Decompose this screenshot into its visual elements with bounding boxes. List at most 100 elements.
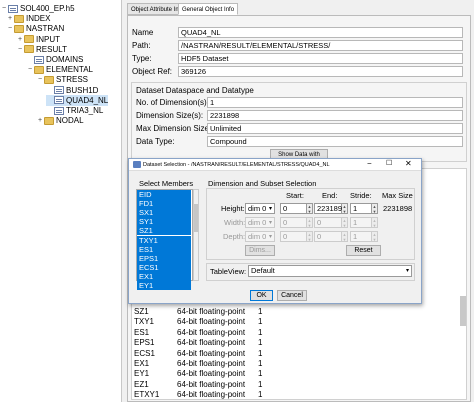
member-name-cell: EX1: [134, 359, 150, 368]
minimize-icon[interactable]: −: [367, 159, 372, 168]
max-dimension-field[interactable]: Unlimited: [207, 123, 463, 134]
expand-toggle-icon[interactable]: −: [26, 64, 34, 75]
member-type-cell: 64-bit floating-point: [177, 359, 246, 368]
member-size-cell: 1: [258, 379, 263, 389]
table-row[interactable]: ECS1 64-bit floating-point 1: [134, 348, 294, 359]
start-column-label: Start:: [286, 191, 304, 200]
tab-general-object-info[interactable]: General Object Info: [178, 3, 239, 15]
expand-toggle-icon[interactable]: −: [16, 44, 24, 55]
object-ref-field[interactable]: 369126: [178, 66, 463, 77]
width-start-spinner[interactable]: ▲ ▼: [307, 217, 313, 228]
max-size-column-label: Max Size: [382, 191, 413, 200]
member-name-cell: EPS1: [134, 338, 155, 348]
table-row[interactable]: EX1 64-bit floating-point 1: [134, 358, 294, 369]
table-row[interactable]: TXY1 64-bit floating-point 1: [134, 316, 294, 327]
width-stride-input[interactable]: 1: [350, 217, 372, 228]
width-end-spinner[interactable]: ▲ ▼: [342, 217, 348, 228]
ok-button[interactable]: OK: [250, 290, 273, 301]
dimensions-field[interactable]: 1: [207, 97, 463, 108]
stride-column-label: Stride:: [350, 191, 372, 200]
table-scrollbar[interactable]: [460, 296, 466, 326]
expand-toggle-icon[interactable]: −: [36, 74, 44, 85]
member-list-item[interactable]: ECS1: [137, 262, 191, 272]
depth-stride-spinner[interactable]: ▲ ▼: [372, 231, 378, 242]
chevron-down-icon: ▾: [268, 206, 272, 212]
members-scrollbar[interactable]: [193, 189, 199, 281]
depth-dim-select[interactable]: dim 0 ▾: [245, 231, 275, 242]
tableview-select[interactable]: Default ▾: [248, 265, 412, 277]
tree-item[interactable]: + NODAL: [36, 115, 84, 126]
type-field[interactable]: HDF5 Dataset: [178, 53, 463, 64]
data-type-label: Data Type:: [136, 137, 175, 146]
member-list-item[interactable]: EY1: [137, 281, 191, 290]
expand-toggle-icon[interactable]: −: [6, 23, 14, 34]
width-end-input[interactable]: 0: [314, 217, 342, 228]
height-stride-input[interactable]: 1: [350, 203, 372, 214]
member-list-item[interactable]: FD1: [137, 199, 191, 209]
height-start-input[interactable]: 0: [280, 203, 307, 214]
table-row[interactable]: SZ1 64-bit floating-point 1: [134, 306, 294, 317]
member-type-cell: 64-bit floating-point: [177, 348, 246, 358]
dialog-title-bar[interactable]: Dataset Selection - /NASTRAN/RESULT/ELEM…: [129, 159, 421, 171]
folder-icon: [14, 14, 24, 23]
table-row[interactable]: EPS1 64-bit floating-point 1: [134, 337, 294, 348]
chevron-down-icon: ▾: [405, 268, 409, 274]
member-list-item[interactable]: ES1: [137, 244, 191, 254]
depth-end-input[interactable]: 0: [314, 231, 342, 242]
width-start-input[interactable]: 0: [280, 217, 307, 228]
height-stride-spinner[interactable]: ▲ ▼: [372, 203, 378, 214]
depth-stride-input[interactable]: 1: [350, 231, 372, 242]
member-list-item[interactable]: SX1: [137, 208, 191, 218]
expand-toggle-icon[interactable]: +: [36, 115, 44, 126]
dimension-size-field[interactable]: 2231898: [207, 110, 463, 121]
dataset-icon: [54, 106, 64, 115]
height-start-spinner[interactable]: ▲ ▼: [307, 203, 313, 214]
reset-button[interactable]: Reset: [346, 245, 381, 256]
member-list-item[interactable]: SZ1: [137, 226, 191, 236]
data-type-field[interactable]: Compound: [207, 136, 463, 147]
maximize-icon[interactable]: ☐: [386, 159, 392, 167]
end-column-label: End:: [322, 191, 338, 200]
height-end-spinner[interactable]: ▲ ▼: [342, 203, 348, 214]
member-list-item[interactable]: EPS1: [137, 253, 191, 263]
chevron-down-icon: ▾: [268, 234, 272, 240]
member-size-cell: 1: [258, 369, 263, 379]
folder-icon: [24, 45, 34, 54]
member-type-cell: 64-bit floating-point: [177, 379, 246, 389]
depth-start-spinner[interactable]: ▲ ▼: [307, 231, 313, 242]
select-members-title: Select Members: [139, 179, 194, 188]
close-icon[interactable]: ✕: [405, 159, 412, 168]
member-type-cell: 64-bit floating-point: [177, 369, 246, 379]
depth-end-spinner[interactable]: ▲ ▼: [342, 231, 348, 242]
member-name-cell: SZ1: [134, 307, 149, 316]
cancel-button[interactable]: Cancel: [277, 290, 307, 301]
width-dim-select[interactable]: dim 0 ▾: [245, 217, 275, 228]
path-field[interactable]: /NASTRAN/RESULT/ELEMENTAL/STRESS/: [178, 40, 463, 51]
member-list-item[interactable]: EX1: [137, 271, 191, 281]
depth-start-input[interactable]: 0: [280, 231, 307, 242]
member-name-cell: TXY1: [134, 317, 155, 327]
name-field[interactable]: QUAD4_NL: [178, 27, 463, 38]
table-row[interactable]: EY1 64-bit floating-point 1: [134, 368, 294, 379]
member-list-item[interactable]: EID: [137, 190, 191, 199]
width-label: Width:: [224, 218, 246, 227]
member-size-cell: 1: [258, 348, 263, 358]
table-row[interactable]: ES1 64-bit floating-point 1: [134, 327, 294, 338]
table-row[interactable]: EZ1 64-bit floating-point 1: [134, 379, 294, 390]
height-end-input[interactable]: 2231897: [314, 203, 346, 214]
file-tree[interactable]: − SOL400_EP.h5 + INDEX − NASTRAN + INPUT − RESULT…: [0, 0, 122, 402]
member-type-cell: 64-bit floating-point: [177, 307, 246, 316]
app-icon: [133, 161, 141, 168]
member-list-item[interactable]: TXY1: [137, 235, 191, 245]
depth-label: Depth:: [223, 232, 246, 241]
dims-button[interactable]: Dims...: [245, 245, 275, 256]
member-size-cell: 1: [258, 307, 263, 316]
height-dim-select[interactable]: dim 0 ▾: [245, 203, 275, 214]
height-label: Height:: [221, 204, 245, 213]
width-stride-spinner[interactable]: ▲ ▼: [372, 217, 378, 228]
file-icon: [8, 4, 18, 13]
name-label: Name: [132, 28, 154, 37]
table-row[interactable]: ETXY1 64-bit floating-point 1: [134, 389, 294, 400]
member-name-cell: ECS1: [134, 348, 155, 358]
member-list-item[interactable]: SY1: [137, 217, 191, 227]
